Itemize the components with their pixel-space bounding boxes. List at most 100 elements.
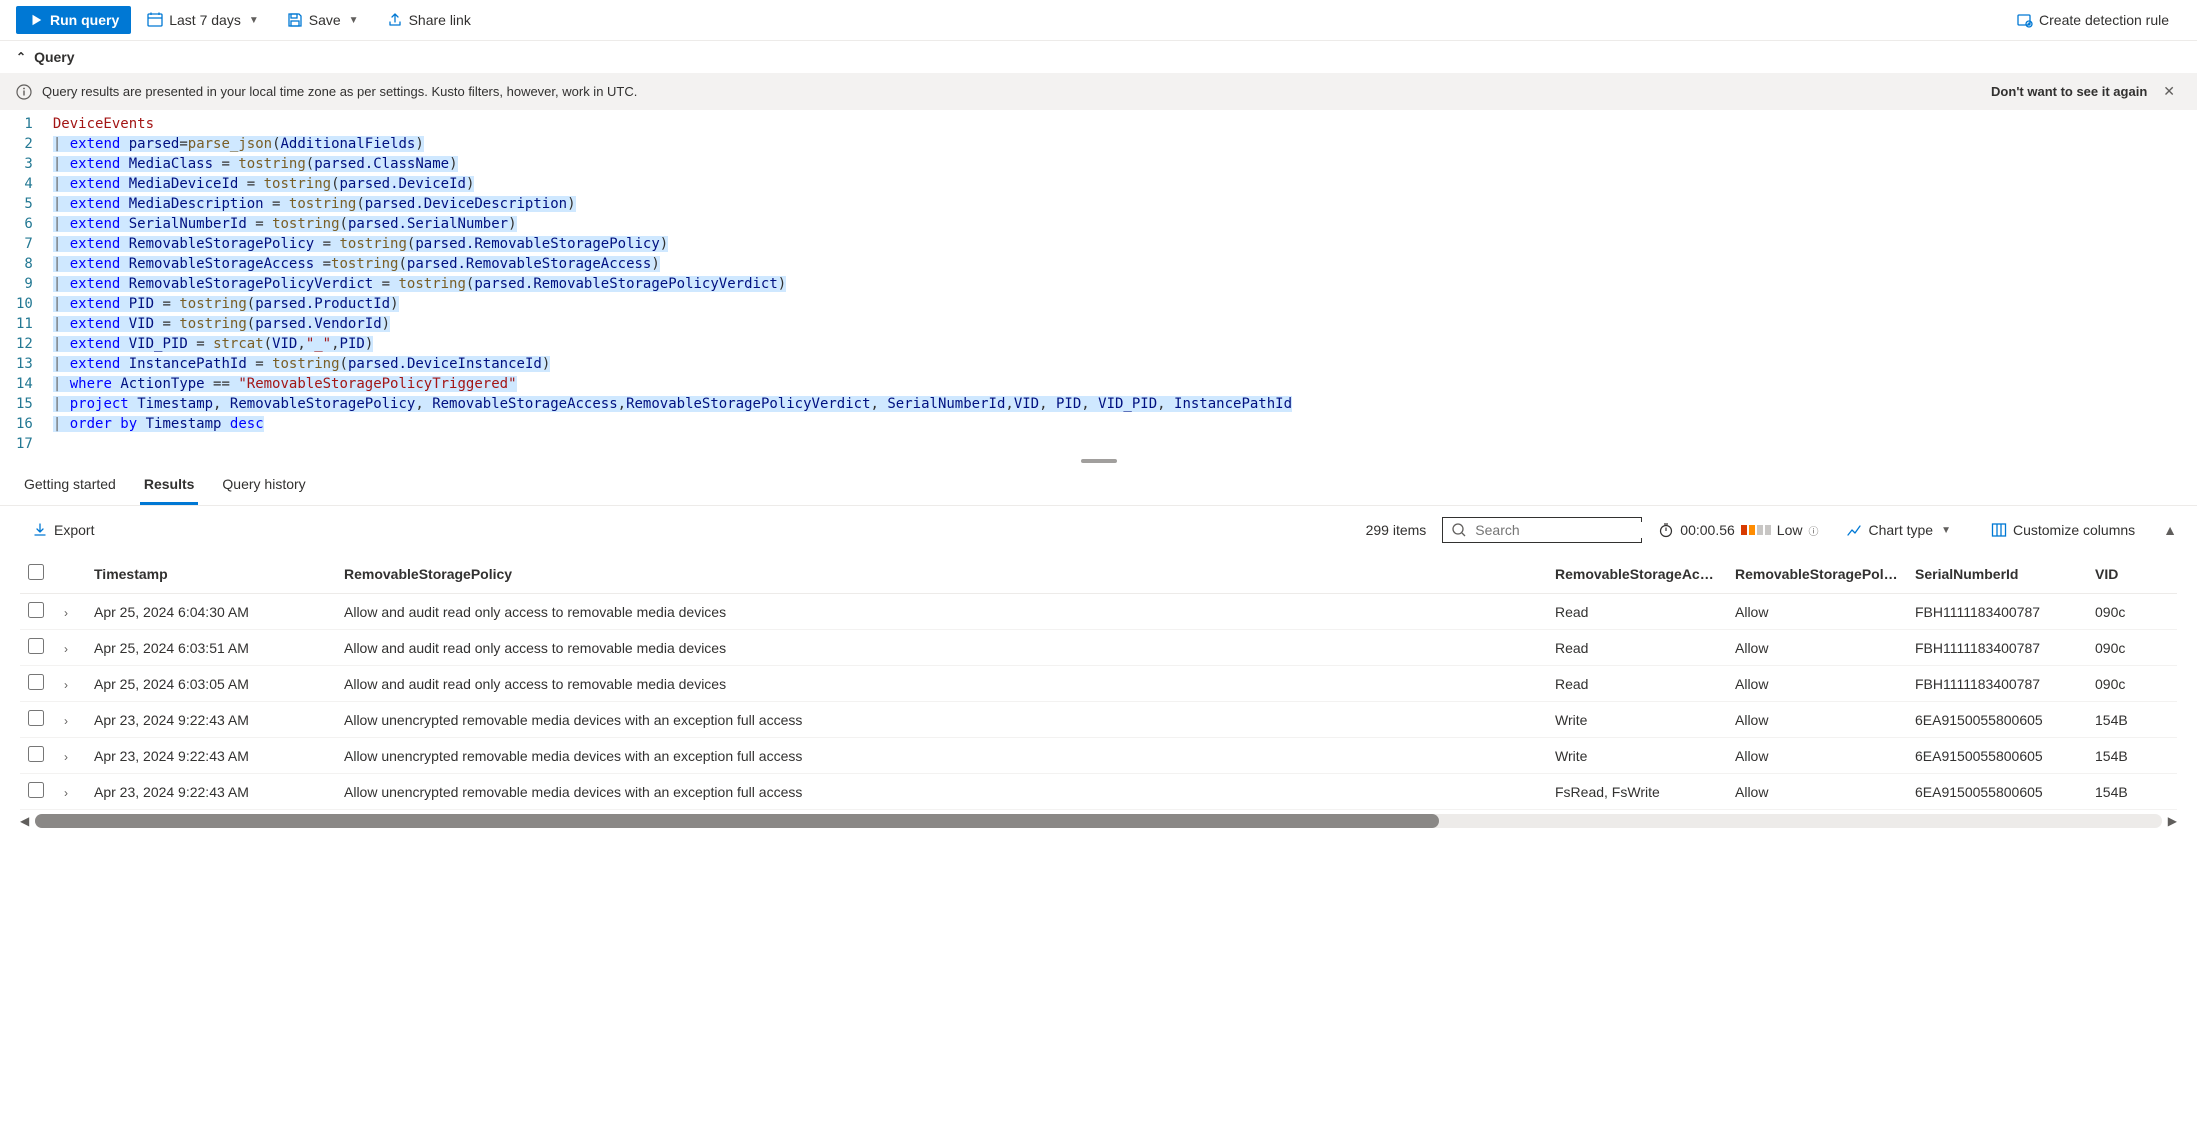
chart-type-label: Chart type — [1868, 522, 1933, 538]
search-icon — [1451, 522, 1467, 538]
cell-vid: 090c — [2087, 630, 2177, 666]
cell-vid: 090c — [2087, 594, 2177, 630]
tab-getting-started[interactable]: Getting started — [20, 468, 120, 505]
col-timestamp[interactable]: Timestamp — [86, 554, 336, 594]
cell-serial: FBH1111183400787 — [1907, 594, 2087, 630]
tab-query-history[interactable]: Query history — [218, 468, 309, 505]
columns-icon — [1991, 522, 2007, 538]
cell-access: Write — [1547, 702, 1727, 738]
share-label: Share link — [409, 12, 471, 28]
stopwatch-icon — [1658, 522, 1674, 538]
chart-type-button[interactable]: Chart type ▼ — [1834, 516, 1963, 544]
col-verdict[interactable]: RemovableStoragePolicyVer... — [1727, 554, 1907, 594]
scroll-right-icon[interactable]: ▶ — [2168, 814, 2177, 828]
expand-row-icon[interactable]: › — [64, 750, 68, 764]
export-button[interactable]: Export — [20, 516, 106, 544]
search-input[interactable] — [1475, 522, 1656, 538]
create-detection-rule-button[interactable]: Create detection rule — [2005, 6, 2181, 34]
table-row[interactable]: › Apr 23, 2024 9:22:43 AMAllow unencrypte… — [20, 774, 2177, 810]
customize-columns-button[interactable]: Customize columns — [1979, 516, 2147, 544]
perf-bars-icon — [1741, 525, 1771, 535]
close-icon[interactable]: ✕ — [2157, 83, 2181, 100]
col-serial[interactable]: SerialNumberId — [1907, 554, 2087, 594]
cell-timestamp: Apr 25, 2024 6:04:30 AM — [86, 594, 336, 630]
chevron-up-icon[interactable]: ⌃ — [16, 50, 26, 64]
cell-serial: 6EA9150055800605 — [1907, 738, 2087, 774]
table-row[interactable]: ›Apr 25, 2024 6:03:05 AMAllow and audit … — [20, 666, 2177, 702]
code-area[interactable]: DeviceEvents| extend parsed=parse_json(A… — [53, 114, 2197, 454]
line-gutter: 1234567891011121314151617 — [12, 114, 53, 454]
results-toolbar: Export 299 items 00:00.56 Low ⓘ Chart ty… — [0, 506, 2197, 554]
query-toolbar: Run query Last 7 days ▼ Save ▼ Share lin… — [0, 0, 2197, 41]
expand-row-icon[interactable]: › — [64, 714, 68, 728]
col-access[interactable]: RemovableStorageAccess — [1547, 554, 1727, 594]
cell-vid: 154B — [2087, 774, 2177, 810]
cell-verdict: Allow — [1727, 630, 1907, 666]
time-range-picker[interactable]: Last 7 days ▼ — [135, 6, 271, 34]
cell-verdict: Allow — [1727, 738, 1907, 774]
row-checkbox[interactable] — [28, 746, 44, 762]
chevron-down-icon: ▼ — [349, 15, 359, 26]
calendar-icon — [147, 12, 163, 28]
row-checkbox[interactable] — [28, 602, 44, 618]
col-policy[interactable]: RemovableStoragePolicy — [336, 554, 1547, 594]
table-header-row: Timestamp RemovableStoragePolicy Removab… — [20, 554, 2177, 594]
table-row[interactable]: › Apr 23, 2024 9:22:43 AMAllow unencrypte… — [20, 702, 2177, 738]
cell-access: Read — [1547, 630, 1727, 666]
cell-timestamp: Apr 23, 2024 9:22:43 AM — [86, 702, 336, 738]
table-row[interactable]: ›Apr 25, 2024 6:03:51 AMAllow and audit … — [20, 630, 2177, 666]
cell-access: FsRead, FsWrite — [1547, 774, 1727, 810]
row-checkbox[interactable] — [28, 710, 44, 726]
tab-results[interactable]: Results — [140, 468, 199, 505]
table-row[interactable]: › Apr 25, 2024 6:04:30 AMAllow and audit … — [20, 594, 2177, 630]
results-table-wrap: Timestamp RemovableStoragePolicy Removab… — [0, 554, 2197, 810]
cell-timestamp: Apr 23, 2024 9:22:43 AM — [86, 738, 336, 774]
cell-vid: 090c — [2087, 666, 2177, 702]
col-vid[interactable]: VID — [2087, 554, 2177, 594]
scroll-bumper-up[interactable]: ▲ — [2163, 522, 2177, 538]
create-rule-label: Create detection rule — [2039, 12, 2169, 28]
row-checkbox[interactable] — [28, 638, 44, 654]
perf-label: Low — [1777, 522, 1803, 538]
cell-policy: Allow unencrypted removable media device… — [336, 774, 1547, 810]
scrollbar-thumb[interactable] — [35, 814, 1439, 828]
select-all-header[interactable] — [20, 554, 56, 594]
cell-serial: 6EA9150055800605 — [1907, 774, 2087, 810]
run-query-button[interactable]: Run query — [16, 6, 131, 34]
chevron-down-icon: ▼ — [249, 15, 259, 26]
horizontal-scrollbar[interactable]: ◀ ▶ — [0, 810, 2197, 832]
expand-row-icon[interactable]: › — [64, 786, 68, 800]
banner-dismiss-link[interactable]: Don't want to see it again — [1991, 84, 2147, 99]
cell-timestamp: Apr 23, 2024 9:22:43 AM — [86, 774, 336, 810]
save-button[interactable]: Save ▼ — [275, 6, 371, 34]
cell-policy: Allow unencrypted removable media device… — [336, 702, 1547, 738]
cell-vid: 154B — [2087, 702, 2177, 738]
cell-verdict: Allow — [1727, 594, 1907, 630]
query-editor[interactable]: 1234567891011121314151617 DeviceEvents| … — [0, 110, 2197, 458]
expand-row-icon[interactable]: › — [64, 642, 68, 656]
results-count: 299 items — [1366, 522, 1427, 538]
search-input-wrap[interactable] — [1442, 517, 1642, 543]
chevron-down-icon: ▼ — [1941, 525, 1951, 536]
table-row[interactable]: › Apr 23, 2024 9:22:43 AMAllow unencrypte… — [20, 738, 2177, 774]
row-checkbox[interactable] — [28, 782, 44, 798]
row-checkbox[interactable] — [28, 674, 44, 690]
cell-policy: Allow and audit read only access to remo… — [336, 666, 1547, 702]
cell-policy: Allow and audit read only access to remo… — [336, 594, 1547, 630]
cell-serial: FBH1111183400787 — [1907, 666, 2087, 702]
scrollbar-track[interactable] — [35, 814, 2162, 828]
select-all-checkbox[interactable] — [28, 564, 44, 580]
info-icon — [16, 84, 32, 100]
expand-row-icon[interactable]: › — [64, 678, 68, 692]
time-range-label: Last 7 days — [169, 12, 241, 28]
query-performance: 00:00.56 Low ⓘ — [1658, 522, 1818, 538]
customize-label: Customize columns — [2013, 522, 2135, 538]
save-icon — [287, 12, 303, 28]
share-link-button[interactable]: Share link — [375, 6, 483, 34]
scroll-left-icon[interactable]: ◀ — [20, 814, 29, 828]
expand-row-icon[interactable]: › — [64, 606, 68, 620]
info-icon[interactable]: ⓘ — [1808, 523, 1818, 538]
chart-icon — [1846, 522, 1862, 538]
cell-verdict: Allow — [1727, 666, 1907, 702]
cell-policy: Allow unencrypted removable media device… — [336, 738, 1547, 774]
